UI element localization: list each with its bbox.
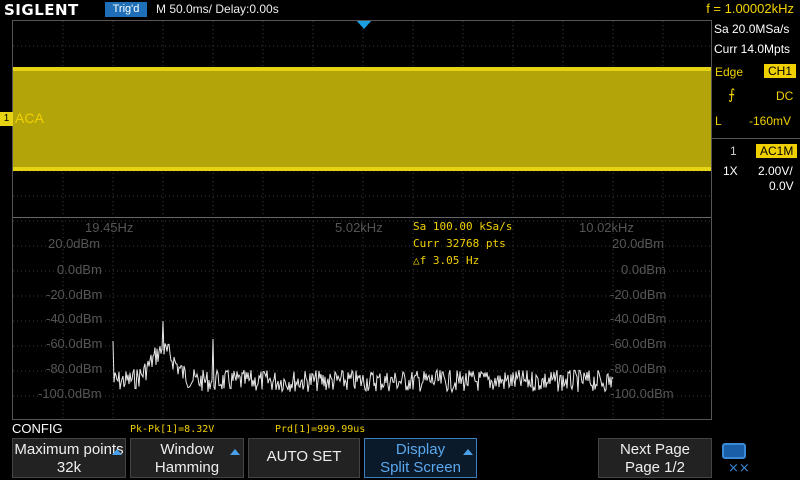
rising-edge-icon: ⨍ [728, 86, 736, 102]
sample-rate: Sa 20.0MSa/s [714, 22, 790, 36]
timebase-readout: M 50.0ms/ Delay:0.00s [156, 2, 279, 16]
softkey-label: Display [395, 441, 446, 458]
trigger-status-badge: Trig'd [105, 2, 147, 17]
volts-per-div[interactable]: 2.00V/ [758, 164, 793, 178]
trigger-level-value[interactable]: -160mV [749, 114, 791, 128]
measurement-pkpk: Pk-Pk[1]=8.32V [130, 424, 215, 435]
channel-number: 1 [730, 144, 737, 158]
menu-title: CONFIG [12, 421, 63, 436]
arrow-up-icon [230, 449, 240, 455]
probe-ratio: 1X [723, 164, 738, 178]
channel-offset[interactable]: 0.0V [769, 179, 794, 193]
softkey-label: Maximum points [14, 441, 124, 458]
trigger-coupling[interactable]: DC [776, 89, 793, 103]
softkey-maximum-points[interactable]: Maximum points 32k [12, 438, 126, 478]
memory-depth: Curr 14.0Mpts [714, 42, 791, 56]
right-info-panel: Sa 20.0MSa/s Curr 14.0Mpts Edge CH1 ⨍ DC… [712, 20, 800, 420]
usb-icon [722, 443, 746, 459]
ch1-offset-marker[interactable]: 1 [0, 112, 13, 126]
channel-coupling-badge[interactable]: AC1M [756, 144, 798, 158]
softkey-label: AUTO SET [266, 448, 342, 465]
trigger-source-badge[interactable]: CH1 [764, 64, 797, 78]
panel-divider [712, 138, 800, 139]
softkey-value: Split Screen [380, 459, 461, 476]
softkey-value: Hamming [154, 459, 220, 476]
softkey-display[interactable]: Display Split Screen [364, 438, 477, 478]
arrow-up-icon [463, 449, 473, 455]
frequency-readout: f = 1.00002kHz [706, 1, 794, 16]
softkey-next-page[interactable]: Next Page Page 1/2 [598, 438, 712, 478]
scope-display[interactable]: 19.45Hz 5.02kHz 10.02kHz 20.0dBm 0.0dBm … [12, 20, 712, 420]
softkey-label: Window [160, 441, 214, 458]
ch1-label: ACA [15, 110, 44, 126]
trigger-type[interactable]: Edge [715, 65, 743, 79]
measurement-period: Prd[1]=999.99us [275, 424, 366, 435]
arrow-up-icon [112, 449, 122, 455]
softkey-value: 32k [56, 459, 82, 476]
siglent-logo: SIGLENT [4, 1, 79, 19]
trigger-level-label: L [715, 114, 722, 128]
network-icon: ⨯⨯ [728, 460, 750, 475]
softkey-label: Next Page [619, 441, 691, 458]
top-status-bar: SIGLENT Trig'd M 50.0ms/ Delay:0.00s f =… [0, 0, 800, 20]
softkey-window[interactable]: Window Hamming [130, 438, 244, 478]
softkey-value: Page 1/2 [624, 459, 686, 476]
fft-spectrum [112, 320, 614, 394]
softkey-auto-set[interactable]: AUTO SET [248, 438, 360, 478]
